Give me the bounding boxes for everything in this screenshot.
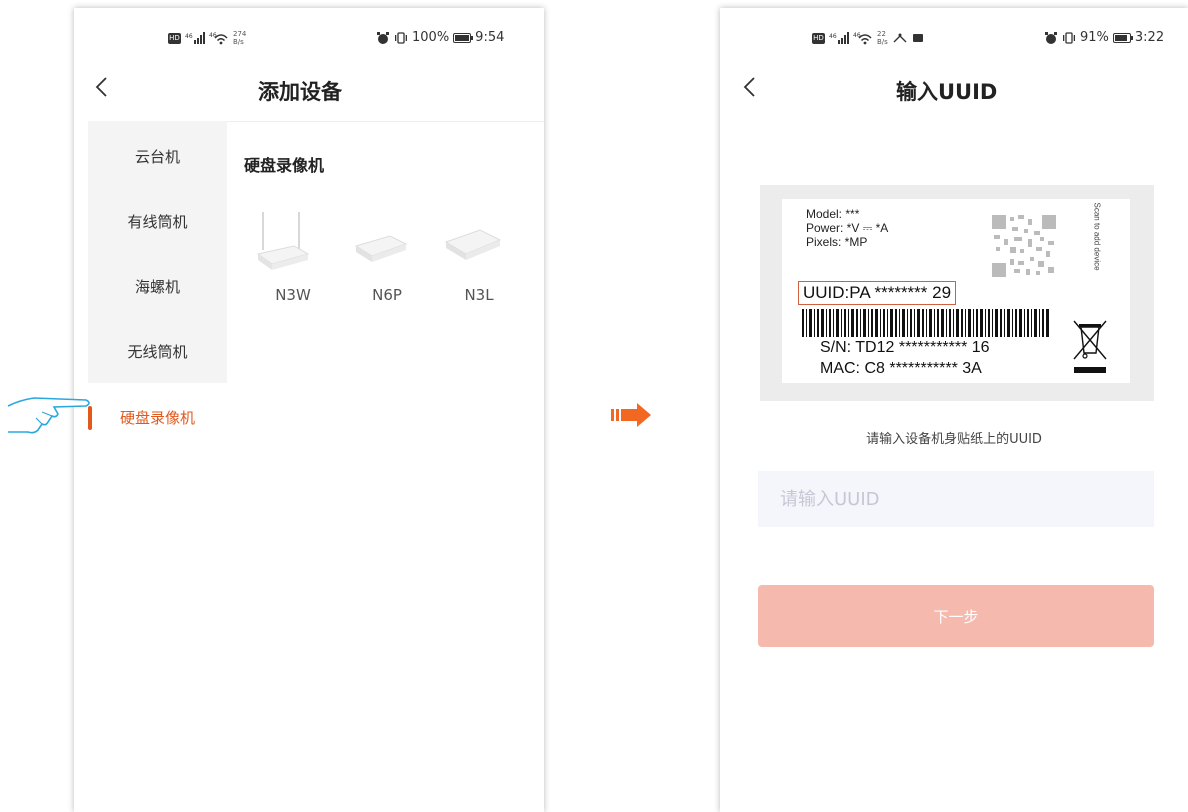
sticker-inner: Model: *** Power: *V ⎓ *A Pixels: *MP UU… bbox=[782, 199, 1130, 383]
right-phone-screen: HD 46 46 22 B/s 91% 3:22 输入UUID Model: **… bbox=[720, 8, 1188, 812]
spec-model: Model: *** bbox=[806, 207, 860, 221]
category-item-nvr[interactable]: 硬盘录像机 bbox=[88, 386, 227, 450]
vibrate-icon bbox=[395, 31, 407, 44]
speed-value: 274 bbox=[233, 30, 247, 38]
status-left: HD 46 46 22 B/s bbox=[812, 30, 924, 46]
device-item-n3l[interactable]: N3L bbox=[434, 204, 524, 324]
message-icon bbox=[912, 34, 923, 42]
device-label: N3W bbox=[275, 286, 311, 304]
pointing-hand-icon bbox=[7, 397, 90, 434]
speed-unit: B/s bbox=[233, 38, 244, 46]
next-step-button[interactable]: 下一步 bbox=[758, 585, 1154, 647]
scan-to-add-text: Scan to add device bbox=[1092, 202, 1102, 271]
hd-icon: HD bbox=[812, 32, 825, 44]
device-label: N6P bbox=[372, 286, 402, 304]
device-label: N3L bbox=[464, 286, 494, 304]
section-title: 硬盘录像机 bbox=[244, 156, 325, 175]
weee-bin-icon bbox=[1073, 320, 1107, 360]
category-item-conch[interactable]: 海螺机 bbox=[88, 255, 227, 319]
vibrate-icon bbox=[1063, 31, 1075, 44]
sticker-sn: S/N: TD12 *********** 16 bbox=[820, 339, 990, 356]
sticker-mac: MAC: C8 *********** 3A bbox=[820, 360, 982, 377]
device-label-sticker: Model: *** Power: *V ⎓ *A Pixels: *MP UU… bbox=[760, 185, 1154, 401]
signal-icon: 46 bbox=[829, 32, 849, 44]
next-step-arrow-icon bbox=[611, 403, 651, 427]
category-item-wired-bullet[interactable]: 有线筒机 bbox=[88, 190, 227, 254]
hd-icon: HD bbox=[168, 32, 181, 44]
barcode bbox=[802, 309, 1049, 337]
sticker-bar bbox=[1074, 367, 1106, 373]
category-item-ptz[interactable]: 云台机 bbox=[88, 125, 227, 189]
left-phone-screen: HD 46 46 274 B/s 100% 9:54 添加设备 云台机 有线筒机 … bbox=[74, 8, 544, 812]
wifi-icon: 46 bbox=[209, 32, 228, 45]
network-speed: 274 B/s bbox=[233, 30, 246, 46]
spec-pixels: Pixels: *MP bbox=[806, 235, 868, 249]
usb-icon bbox=[893, 33, 907, 43]
back-arrow-icon[interactable] bbox=[740, 72, 760, 102]
status-left: HD 46 46 274 B/s bbox=[168, 30, 246, 46]
signal-icon: 46 bbox=[185, 32, 205, 44]
category-item-wireless-bullet[interactable]: 无线筒机 bbox=[88, 320, 227, 384]
battery-icon bbox=[1112, 32, 1133, 43]
category-sidebar: 云台机 有线筒机 海螺机 无线筒机 bbox=[88, 121, 227, 383]
alarm-icon bbox=[377, 31, 389, 44]
uuid-input[interactable] bbox=[758, 471, 1154, 527]
router-icon bbox=[256, 212, 310, 270]
back-arrow-icon[interactable] bbox=[92, 72, 112, 102]
svg-text:46: 46 bbox=[185, 33, 193, 40]
qr-code bbox=[990, 213, 1058, 279]
status-time: 3:22 bbox=[1134, 30, 1165, 45]
spec-power: Power: *V ⎓ *A bbox=[806, 221, 889, 235]
device-item-n6p[interactable]: N6P bbox=[342, 204, 432, 324]
page-title: 输入UUID bbox=[896, 80, 998, 104]
battery-percent: 100% bbox=[412, 30, 450, 45]
uuid-highlight: UUID:PA ******** 29 bbox=[798, 281, 957, 305]
status-right: 91% 3:22 bbox=[1044, 30, 1164, 45]
uuid-hint: 请输入设备机身贴纸上的UUID bbox=[866, 432, 1042, 447]
speed-value: 22 bbox=[877, 30, 886, 38]
battery-icon bbox=[453, 32, 474, 43]
battery-percent: 91% bbox=[1080, 30, 1109, 45]
speed-unit: B/s bbox=[877, 38, 888, 46]
status-time: 9:54 bbox=[475, 30, 505, 45]
device-item-n3w[interactable]: N3W bbox=[248, 204, 338, 324]
status-right: 100% 9:54 bbox=[376, 30, 504, 45]
network-speed: 22 B/s bbox=[877, 30, 888, 46]
svg-text:46: 46 bbox=[829, 33, 837, 40]
status-bar: HD 46 46 22 B/s 91% 3:22 bbox=[720, 8, 1188, 64]
alarm-icon bbox=[1045, 31, 1057, 44]
page-title: 添加设备 bbox=[258, 80, 342, 104]
nvr-box-icon bbox=[444, 229, 502, 260]
wifi-icon: 46 bbox=[853, 32, 872, 45]
status-bar: HD 46 46 274 B/s 100% 9:54 bbox=[74, 8, 544, 64]
nvr-box-icon bbox=[354, 235, 408, 262]
